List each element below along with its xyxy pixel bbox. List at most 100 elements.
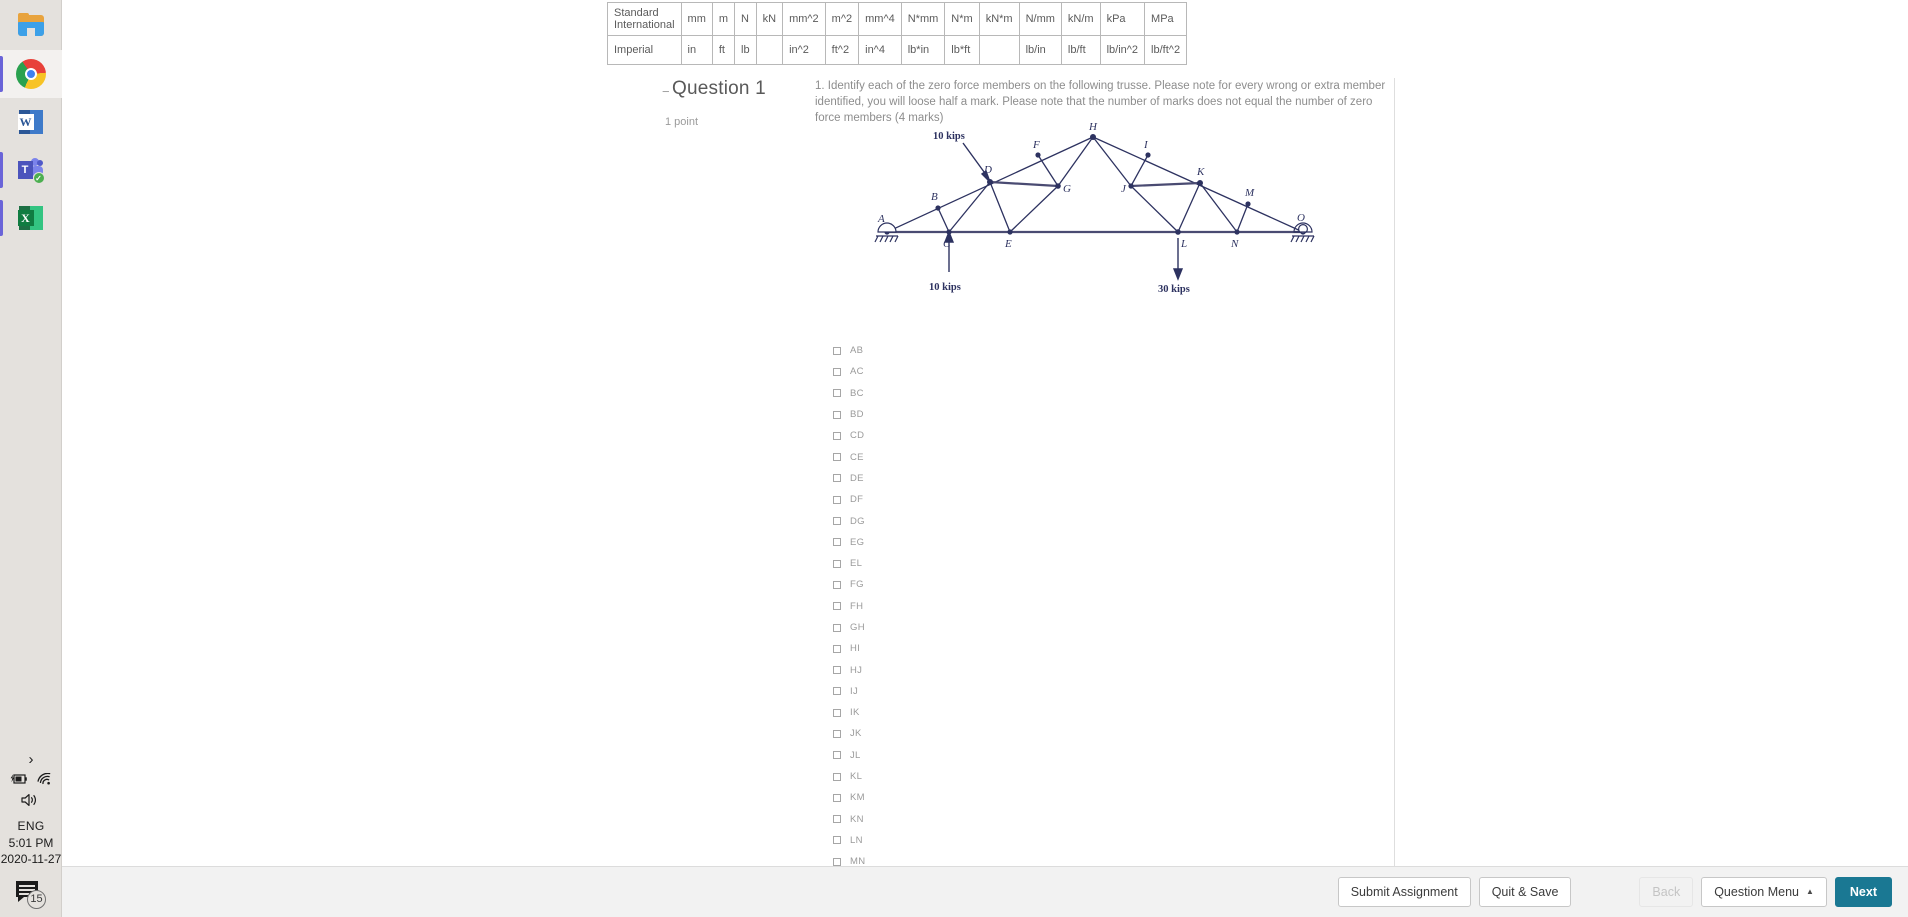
- notification-count-badge: 15: [27, 890, 46, 909]
- quiz-footer-toolbar: Submit Assignment Quit & Save Back Quest…: [62, 866, 1908, 917]
- checkbox-km[interactable]: [833, 793, 841, 802]
- submit-assignment-button[interactable]: Submit Assignment: [1337, 877, 1471, 907]
- answer-option-hi[interactable]: HI: [833, 638, 865, 659]
- checkbox-df[interactable]: [833, 495, 841, 504]
- svg-text:F: F: [1032, 139, 1040, 151]
- svg-text:I: I: [1143, 139, 1149, 151]
- checkbox-jk[interactable]: [833, 729, 841, 738]
- answer-option-jk[interactable]: JK: [833, 723, 865, 744]
- answer-option-fg[interactable]: FG: [833, 574, 865, 595]
- question-menu-button[interactable]: Question Menu ▲: [1701, 877, 1827, 907]
- svg-text:G: G: [1063, 183, 1071, 195]
- checkbox-kl[interactable]: [833, 772, 841, 781]
- chevron-up-icon: ▲: [1805, 887, 1814, 896]
- checkbox-jl[interactable]: [833, 751, 841, 760]
- checkbox-cd[interactable]: [833, 431, 841, 440]
- answer-option-eg[interactable]: EG: [833, 532, 865, 553]
- answer-option-el[interactable]: EL: [833, 553, 865, 574]
- checkbox-fh[interactable]: [833, 602, 841, 611]
- unit-cell: m: [711, 2, 736, 36]
- wifi-icon-svg: [37, 772, 51, 785]
- checkbox-fg[interactable]: [833, 580, 841, 589]
- answer-option-fh[interactable]: FH: [833, 596, 865, 617]
- unit-cell: lb/ft: [1060, 35, 1101, 65]
- answer-option-ce[interactable]: CE: [833, 446, 865, 467]
- answer-option-ij[interactable]: IJ: [833, 681, 865, 702]
- svg-text:K: K: [1196, 166, 1205, 178]
- load-label-bottom-left: 10 kips: [929, 282, 961, 293]
- answer-option-ab[interactable]: AB: [833, 340, 865, 361]
- checkbox-ab[interactable]: [833, 346, 841, 355]
- answer-option-kl[interactable]: KL: [833, 766, 865, 787]
- answer-option-km[interactable]: KM: [833, 787, 865, 808]
- checkbox-kn[interactable]: [833, 815, 841, 824]
- taskbar-item-file-explorer[interactable]: [0, 2, 62, 50]
- checkbox-ik[interactable]: [833, 708, 841, 717]
- checkbox-dg[interactable]: [833, 517, 841, 526]
- volume-icon[interactable]: [21, 793, 41, 809]
- checkbox-ln[interactable]: [833, 836, 841, 845]
- checkbox-bc[interactable]: [833, 389, 841, 398]
- unit-cell: N*mm: [900, 2, 946, 36]
- answer-option-bd[interactable]: BD: [833, 404, 865, 425]
- quit-and-save-button[interactable]: Quit & Save: [1478, 877, 1572, 907]
- taskbar-item-microsoft-word[interactable]: W: [0, 98, 62, 146]
- clock-date[interactable]: 2020-11-27: [1, 851, 62, 875]
- answer-option-ac[interactable]: AC: [833, 361, 865, 382]
- svg-text:H: H: [1088, 121, 1098, 133]
- word-glyph: W: [19, 115, 32, 129]
- answer-option-label: CD: [850, 430, 865, 442]
- next-button[interactable]: Next: [1834, 877, 1892, 907]
- question-points: 1 point: [665, 116, 699, 128]
- answer-option-label: DE: [850, 472, 864, 484]
- answer-option-ik[interactable]: IK: [833, 702, 865, 723]
- unit-cell: lb/in: [1018, 35, 1062, 65]
- answer-option-cd[interactable]: CD: [833, 425, 865, 446]
- teams-status-check-icon: ✓: [32, 172, 45, 184]
- input-language-indicator[interactable]: ENG: [18, 813, 45, 835]
- taskbar-item-google-chrome[interactable]: [0, 50, 62, 98]
- unit-cell: kPa: [1099, 2, 1146, 36]
- checkbox-hj[interactable]: [833, 666, 841, 675]
- show-hidden-icons-chevron-icon[interactable]: ›: [0, 746, 62, 773]
- battery-icon[interactable]: [10, 773, 27, 787]
- answer-option-df[interactable]: DF: [833, 489, 865, 510]
- checkbox-mn[interactable]: [833, 857, 841, 866]
- checkbox-bd[interactable]: [833, 410, 841, 419]
- answer-option-label: EG: [850, 536, 865, 548]
- checkbox-ij[interactable]: [833, 687, 841, 696]
- answer-option-label: LN: [850, 834, 863, 846]
- unit-cell: kN: [755, 2, 784, 36]
- answer-option-label: GH: [850, 622, 865, 633]
- taskbar-item-microsoft-excel[interactable]: X: [0, 194, 62, 242]
- checkbox-eg[interactable]: [833, 538, 841, 547]
- answer-option-dg[interactable]: DG: [833, 510, 865, 531]
- windows-taskbar: W T ✓ X › ENG 5:01 PM 2020-11-27 15: [0, 0, 62, 917]
- checkbox-gh[interactable]: [833, 623, 841, 632]
- checkbox-de[interactable]: [833, 474, 841, 483]
- answer-option-hj[interactable]: HJ: [833, 659, 865, 680]
- screen: W T ✓ X › ENG 5:01 PM 2020-11-27 15 Stan…: [0, 0, 1908, 917]
- unit-cell: in^4: [858, 35, 902, 65]
- clock-time[interactable]: 5:01 PM: [9, 835, 54, 851]
- checkbox-el[interactable]: [833, 559, 841, 568]
- question-menu-label: Question Menu: [1714, 885, 1799, 899]
- checkbox-hi[interactable]: [833, 644, 841, 653]
- unit-cell: lb: [734, 35, 757, 65]
- excel-icon: X: [16, 203, 46, 233]
- answer-option-jl[interactable]: JL: [833, 745, 865, 766]
- answer-options-list: AB AC BC BD CD CE DE DF DG EG EL FG FH GH HI HJ IJ IK JK JL…: [833, 340, 865, 872]
- answer-option-gh[interactable]: GH: [833, 617, 865, 638]
- svg-text:O: O: [1297, 212, 1305, 224]
- notifications-button[interactable]: 15: [0, 875, 62, 917]
- collapse-question-toggle[interactable]: −: [662, 85, 670, 98]
- checkbox-ce[interactable]: [833, 453, 841, 462]
- taskbar-item-microsoft-teams[interactable]: T ✓: [0, 146, 62, 194]
- answer-option-ln[interactable]: LN: [833, 830, 865, 851]
- checkbox-ac[interactable]: [833, 367, 841, 376]
- answer-option-label: DG: [850, 515, 865, 527]
- answer-option-kn[interactable]: KN: [833, 809, 865, 830]
- wifi-icon[interactable]: [37, 772, 52, 787]
- answer-option-de[interactable]: DE: [833, 468, 865, 489]
- answer-option-bc[interactable]: BC: [833, 383, 865, 404]
